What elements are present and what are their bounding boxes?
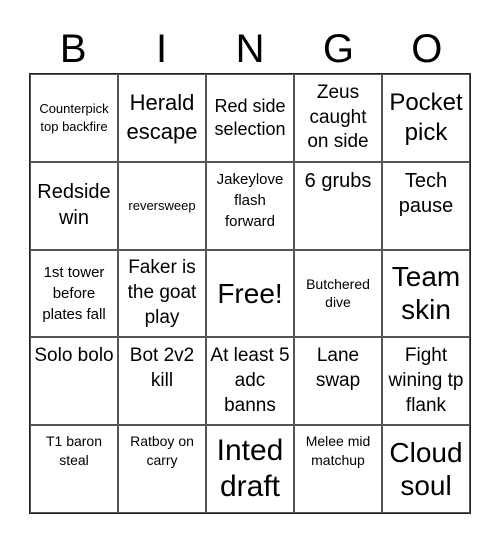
- bingo-cell-b3[interactable]: 1st tower before plates fall: [30, 249, 118, 338]
- cell-label: 6 grubs: [304, 169, 372, 192]
- bingo-cell-o5[interactable]: Cloud soul: [382, 425, 470, 513]
- bingo-cell-n2[interactable]: Jakeylove flash forward: [206, 161, 294, 250]
- cell-label: Red side selection: [214, 95, 286, 139]
- bingo-cell-n1[interactable]: Red side selection: [206, 74, 294, 162]
- cell-label: 1st tower before plates fall: [42, 263, 106, 323]
- bingo-cell-g1[interactable]: Zeus caught on side: [294, 74, 382, 162]
- cell-label: Inted draft: [216, 434, 284, 504]
- cell-label: Solo bolo: [34, 345, 114, 367]
- cell-label: At least 5 adc banns: [210, 345, 290, 416]
- cell-label: Jakeylove flash forward: [216, 170, 284, 230]
- bingo-cell-g4[interactable]: Lane swap: [294, 337, 382, 426]
- bingo-cell-i1[interactable]: Herald escape: [118, 74, 206, 162]
- bingo-cell-i5[interactable]: Ratboy on carry: [118, 425, 206, 513]
- cell-label: Free!: [217, 277, 283, 309]
- cell-label: Cloud soul: [389, 436, 463, 502]
- cell-label: Counterpick top backfire: [39, 100, 109, 134]
- bingo-cell-o1[interactable]: Pocket pick: [382, 74, 470, 162]
- header-letter-n: N: [235, 27, 265, 71]
- cell-label: Butchered dive: [306, 275, 370, 311]
- bingo-cell-g2[interactable]: 6 grubs: [294, 161, 382, 250]
- cell-label: Herald escape: [126, 90, 198, 144]
- bingo-header: B I N G O: [29, 26, 471, 73]
- cell-label: Tech pause: [398, 169, 454, 218]
- bingo-cell-o2[interactable]: Tech pause: [382, 161, 470, 250]
- header-letter-b: B: [59, 27, 87, 71]
- header-letter-g: G: [322, 27, 354, 71]
- bingo-cell-o3[interactable]: Team skin: [382, 249, 470, 338]
- bingo-cell-n4[interactable]: At least 5 adc banns: [206, 337, 294, 426]
- bingo-cell-b2[interactable]: Redside win: [30, 161, 118, 250]
- bingo-cell-b5[interactable]: T1 baron steal: [30, 425, 118, 513]
- cell-label: Pocket pick: [389, 88, 463, 146]
- bingo-cell-n3[interactable]: Free!: [206, 249, 294, 338]
- cell-label: reversweep: [128, 197, 196, 213]
- bingo-cell-i2[interactable]: reversweep: [118, 161, 206, 250]
- bingo-grid: Counterpick top backfire Herald escape Red…: [29, 73, 471, 514]
- bingo-cell-b4[interactable]: Solo bolo: [30, 337, 118, 426]
- bingo-cell-g5[interactable]: Melee mid matchup: [294, 425, 382, 513]
- cell-label: Ratboy on carry: [130, 433, 194, 469]
- cell-label: Redside win: [37, 181, 111, 229]
- bingo-cell-n5[interactable]: Inted draft: [206, 425, 294, 513]
- cell-label: Lane swap: [315, 345, 361, 392]
- cell-label: Team skin: [391, 260, 461, 326]
- cell-label: Faker is the goat play: [127, 257, 197, 328]
- bingo-cell-g3[interactable]: Butchered dive: [294, 249, 382, 338]
- bingo-cell-o4[interactable]: Fight wining tp flank: [382, 337, 470, 426]
- cell-label: Melee mid matchup: [305, 433, 371, 469]
- bingo-cell-i4[interactable]: Bot 2v2 kill: [118, 337, 206, 426]
- cell-label: Fight wining tp flank: [388, 345, 464, 416]
- cell-label: Zeus caught on side: [307, 81, 369, 153]
- bingo-cell-i3[interactable]: Faker is the goat play: [118, 249, 206, 338]
- header-letter-i: I: [156, 27, 168, 71]
- cell-label: Bot 2v2 kill: [129, 345, 195, 392]
- bingo-cell-b1[interactable]: Counterpick top backfire: [30, 74, 118, 162]
- cell-label: T1 baron steal: [45, 433, 103, 469]
- header-letter-o: O: [411, 27, 443, 71]
